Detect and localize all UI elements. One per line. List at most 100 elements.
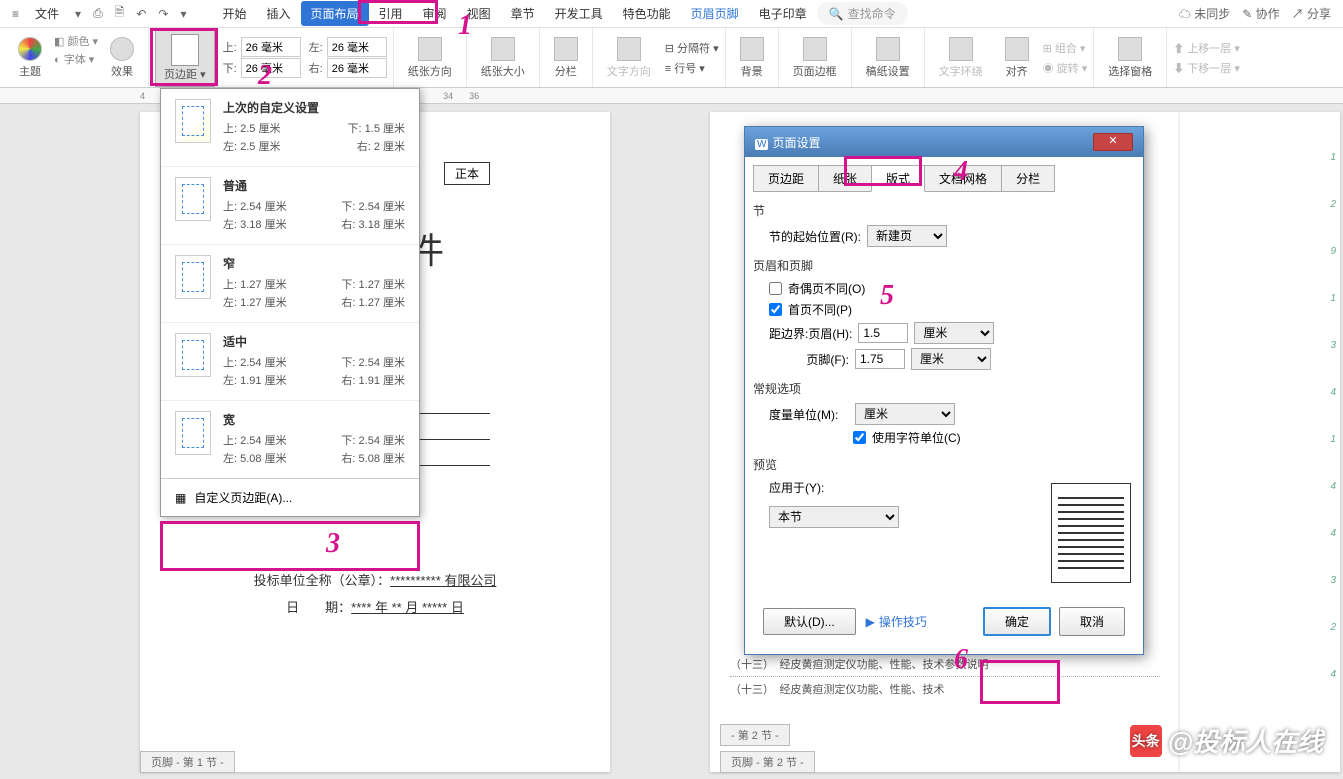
play-icon: ▶ [866, 615, 875, 629]
section-start-label: 节的起始位置(R): [769, 228, 861, 245]
char-unit-checkbox[interactable] [853, 431, 866, 444]
print-icon[interactable]: ⎙ [87, 2, 109, 25]
header-unit-select[interactable]: 厘米 [914, 322, 994, 344]
tab-features[interactable]: 特色功能 [613, 1, 681, 26]
orientation-button[interactable]: 纸张方向 [400, 33, 460, 83]
margin-preset-moderate[interactable]: 适中 上: 2.54 厘米下: 2.54 厘米 左: 1.91 厘米右: 1.9… [161, 322, 419, 400]
paper-size-button[interactable]: 纸张大小 [473, 33, 533, 83]
ribbon: 主题 ◧ 颜色 ▾ ◐ 字体 ▾ 效果 页边距 ▾ 上: 下: 左: 右: 纸张… [0, 28, 1343, 88]
share-label[interactable]: ↗ 分享 [1286, 1, 1337, 26]
move-down-button[interactable]: ⬇ 下移一层 ▾ [1173, 60, 1240, 76]
dialog-titlebar[interactable]: W页面设置 ✕ [745, 127, 1143, 157]
footer-tag-left[interactable]: 页脚 - 第 1 节 - [140, 751, 235, 773]
cancel-button[interactable]: 取消 [1059, 607, 1125, 636]
hamburger-icon[interactable]: ≡ [6, 3, 25, 25]
page-icon: ▦ [175, 491, 186, 505]
effects-button[interactable]: 效果 [102, 33, 142, 83]
ok-button[interactable]: 确定 [983, 607, 1051, 636]
header-distance-input[interactable] [858, 323, 908, 343]
tab-developer[interactable]: 开发工具 [545, 1, 613, 26]
align-button[interactable]: 对齐 [997, 33, 1037, 83]
file-menu[interactable]: 文件 [25, 1, 69, 26]
tab-paper[interactable]: 纸张 [818, 165, 872, 192]
dropdown-icon[interactable]: ▾ [174, 3, 192, 25]
apply-to-select[interactable]: 本节 [769, 506, 899, 528]
document-page-3[interactable]: 12 91 34 14 43 24 [1180, 112, 1340, 772]
margin-bottom-label: 下: [223, 60, 237, 76]
breaks-button[interactable]: ⊟ 分隔符 ▾ [665, 40, 719, 56]
move-up-button[interactable]: ⬆ 上移一层 ▾ [1173, 40, 1240, 56]
tab-view[interactable]: 视图 [457, 1, 501, 26]
page-border-button[interactable]: 页面边框 [785, 33, 845, 83]
margin-bottom-input[interactable] [241, 58, 301, 78]
tab-page-layout[interactable]: 页面布局 [301, 1, 369, 26]
redo-icon[interactable]: ↷ [152, 3, 174, 25]
odd-even-checkbox[interactable] [769, 282, 782, 295]
wrap-button[interactable]: 文字环绕 [931, 33, 991, 83]
footer-unit-select[interactable]: 厘米 [911, 348, 991, 370]
tab-columns[interactable]: 分栏 [1001, 165, 1055, 192]
margin-custom[interactable]: ▦自定义页边距(A)... [161, 478, 419, 516]
page-icon [175, 333, 211, 377]
preview-icon[interactable]: 🗎 [109, 0, 131, 28]
margin-left-input[interactable] [327, 37, 387, 57]
doc2-line1: （十三） 经皮黄疸测定仪功能、性能、技术参数说明 [730, 652, 1160, 677]
tab-grid[interactable]: 文档网格 [924, 165, 1002, 192]
first-page-checkbox[interactable] [769, 303, 782, 316]
watermark: 头条 @投标人在线 [1130, 722, 1323, 759]
margin-dropdown: 上次的自定义设置 上: 2.5 厘米下: 1.5 厘米 左: 2.5 厘米右: … [160, 88, 420, 517]
footer-tag-right-bottom[interactable]: 页脚 - 第 2 节 - [720, 751, 815, 773]
wps-icon: W [755, 139, 768, 150]
tab-review[interactable]: 审阅 [413, 1, 457, 26]
ribbon-theme-group: 主题 ◧ 颜色 ▾ ◐ 字体 ▾ 效果 [4, 28, 149, 87]
group-button[interactable]: ⊞ 组合 ▾ [1043, 40, 1088, 56]
margin-top-input[interactable] [241, 37, 301, 57]
margin-preset-last[interactable]: 上次的自定义设置 上: 2.5 厘米下: 1.5 厘米 左: 2.5 厘米右: … [161, 89, 419, 166]
unit-select[interactable]: 厘米 [855, 403, 955, 425]
tab-margins[interactable]: 页边距 [753, 165, 819, 192]
tab-references[interactable]: 引用 [369, 1, 413, 26]
theme-button[interactable]: 主题 [10, 33, 50, 83]
tab-layout[interactable]: 版式 [871, 165, 925, 192]
tab-header-footer[interactable]: 页眉页脚 [681, 1, 749, 26]
margin-left-label: 左: [309, 39, 323, 55]
undo-icon[interactable]: ↶ [130, 3, 152, 25]
save-icon[interactable]: ▾ [69, 3, 87, 25]
margin-preset-narrow[interactable]: 窄 上: 1.27 厘米下: 1.27 厘米 左: 1.27 厘米右: 1.27… [161, 244, 419, 322]
select-pane-button[interactable]: 选择窗格 [1100, 33, 1160, 83]
margin-preset-wide[interactable]: 宽 上: 2.54 厘米下: 2.54 厘米 左: 5.08 厘米右: 5.08… [161, 400, 419, 478]
rotate-button[interactable]: ◉ 旋转 ▾ [1043, 60, 1088, 76]
footer-tag-right-top[interactable]: - 第 2 节 - [720, 724, 790, 746]
margin-right-input[interactable] [327, 58, 387, 78]
toutiao-icon: 头条 [1130, 725, 1162, 757]
close-icon[interactable]: ✕ [1093, 133, 1133, 151]
default-button[interactable]: 默认(D)... [763, 608, 856, 635]
zhengben-badge: 正本 [444, 162, 490, 185]
tab-start[interactable]: 开始 [212, 1, 256, 26]
footer-distance-input[interactable] [855, 349, 905, 369]
tab-insert[interactable]: 插入 [257, 1, 301, 26]
search-input[interactable]: 🔍 查找命令 [817, 2, 908, 25]
coop-label[interactable]: ✎ 协作 [1236, 1, 1285, 26]
line-numbers-button[interactable]: ≡ 行号 ▾ [665, 60, 719, 76]
tab-chapter[interactable]: 章节 [501, 1, 545, 26]
text-direction-button[interactable]: 文字方向 [599, 33, 659, 83]
date-label: 日 期： [286, 600, 351, 615]
side-page-numbers: 12 91 34 14 43 24 [1330, 152, 1336, 680]
unsync-label[interactable]: ☁ 未同步 [1173, 1, 1236, 26]
columns-button[interactable]: 分栏 [546, 33, 586, 83]
colors-button[interactable]: ◧ 颜色 ▾ [54, 33, 98, 49]
tips-link[interactable]: ▶操作技巧 [866, 613, 927, 630]
odd-even-label: 奇偶页不同(O) [788, 280, 865, 297]
margin-preset-normal[interactable]: 普通 上: 2.54 厘米下: 2.54 厘米 左: 3.18 厘米右: 3.1… [161, 166, 419, 244]
margin-button[interactable]: 页边距 ▾ [155, 29, 215, 87]
search-placeholder: 查找命令 [848, 5, 896, 22]
header-footer-group-label: 页眉和页脚 [753, 257, 1135, 274]
tab-stamp[interactable]: 电子印章 [749, 1, 817, 26]
doc2-line2: （十三） 经皮黄疸测定仪功能、性能、技术 [730, 677, 1160, 701]
manuscript-button[interactable]: 稿纸设置 [858, 33, 918, 83]
section-start-select[interactable]: 新建页 [867, 225, 947, 247]
page-icon [175, 255, 211, 299]
fonts-button[interactable]: ◐ 字体 ▾ [54, 51, 98, 67]
background-button[interactable]: 背景 [732, 33, 772, 83]
